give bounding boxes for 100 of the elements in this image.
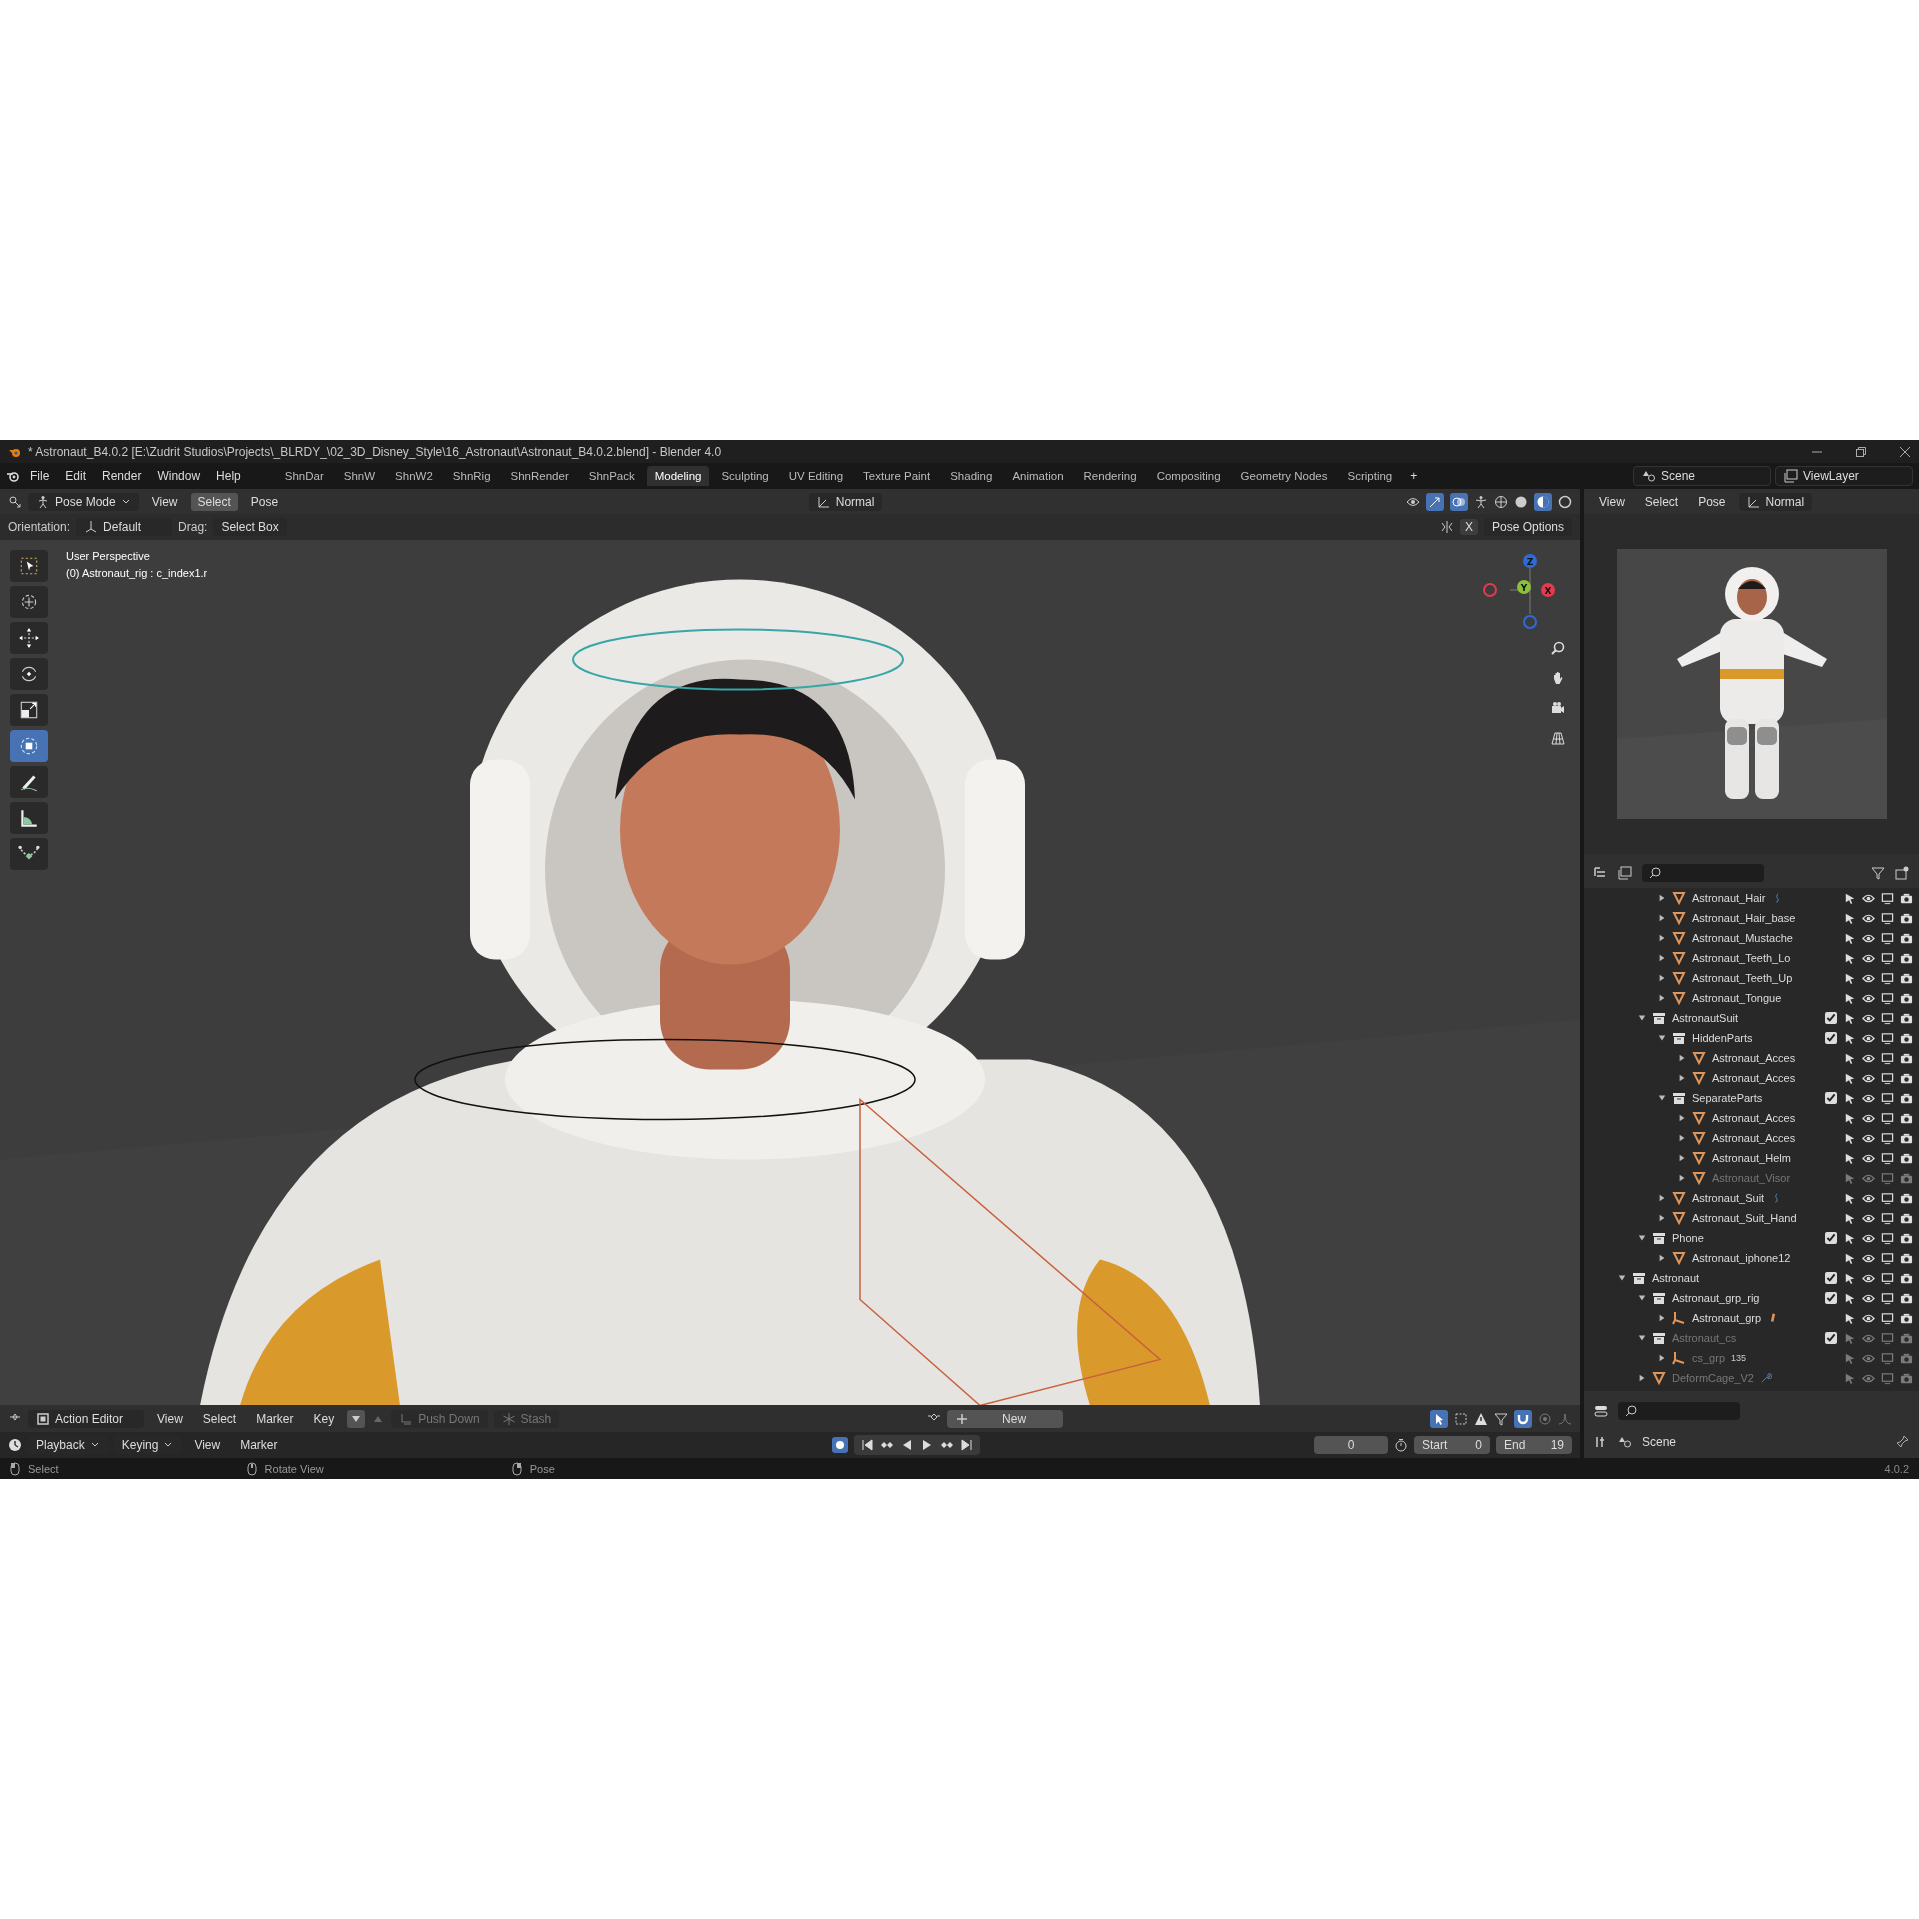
- workspace-tab[interactable]: ShnDar: [276, 466, 332, 486]
- header-menu[interactable]: Pose: [1691, 492, 1733, 511]
- collapse-arrow-icon[interactable]: [1638, 1294, 1646, 1302]
- expand-arrow-icon[interactable]: [1658, 914, 1666, 922]
- app-logo-icon[interactable]: [6, 469, 20, 483]
- workspace-tab[interactable]: ShnW2: [387, 466, 441, 486]
- end-frame-field[interactable]: End 19: [1496, 1436, 1572, 1454]
- stopwatch-icon[interactable]: [1394, 1438, 1408, 1452]
- select-arrow-icon[interactable]: [1843, 1291, 1856, 1305]
- expand-arrow-icon[interactable]: [1678, 1074, 1686, 1082]
- monitor-icon[interactable]: [1881, 991, 1894, 1005]
- select-arrow-icon[interactable]: [1843, 1271, 1856, 1285]
- view-layer-selector[interactable]: ViewLayer: [1775, 466, 1913, 486]
- header-menu[interactable]: Select: [195, 1409, 244, 1428]
- monitor-icon[interactable]: [1881, 1211, 1894, 1225]
- header-menu[interactable]: Pose: [243, 492, 286, 511]
- camera-icon[interactable]: [1900, 891, 1913, 905]
- move-tool[interactable]: [10, 622, 48, 654]
- select-arrow-icon[interactable]: [1843, 1191, 1856, 1205]
- select-arrow-icon[interactable]: [1843, 1231, 1856, 1245]
- menu-item[interactable]: Window: [151, 469, 207, 483]
- camera-icon[interactable]: [1900, 971, 1913, 985]
- filter-icon[interactable]: [1494, 1411, 1508, 1426]
- collapse-arrow-icon[interactable]: [1658, 1094, 1666, 1102]
- workspace-tab[interactable]: ShnRig: [444, 466, 499, 486]
- wireframe-shading-icon[interactable]: [1494, 494, 1508, 509]
- zoom-icon[interactable]: [1550, 640, 1566, 656]
- rotate-tool[interactable]: [10, 658, 48, 690]
- camera-icon[interactable]: [1900, 1071, 1913, 1085]
- camera-icon[interactable]: [1900, 1251, 1913, 1265]
- camera-icon[interactable]: [1900, 911, 1913, 925]
- expand-arrow-icon[interactable]: [1678, 1134, 1686, 1142]
- camera-icon[interactable]: [1900, 1011, 1913, 1025]
- transform-tool[interactable]: [10, 730, 48, 762]
- magnet-icon[interactable]: [1514, 1409, 1532, 1428]
- search-field[interactable]: [1642, 864, 1764, 882]
- monitor-icon[interactable]: [1881, 1111, 1894, 1125]
- expand-arrow-icon[interactable]: [1658, 994, 1666, 1002]
- select-tool[interactable]: [10, 550, 48, 582]
- select-arrow-icon[interactable]: [1843, 1211, 1856, 1225]
- checkbox[interactable]: [1825, 1272, 1837, 1284]
- grid-icon[interactable]: [1550, 730, 1566, 746]
- monitor-icon[interactable]: [1881, 1311, 1894, 1325]
- select-arrow-icon[interactable]: [1843, 1051, 1856, 1065]
- camera-icon[interactable]: [1900, 951, 1913, 965]
- proportional-icon[interactable]: [1538, 1411, 1552, 1426]
- monitor-icon[interactable]: [1881, 1031, 1894, 1045]
- camera-icon[interactable]: [1900, 1091, 1913, 1105]
- image-stack-icon[interactable]: [1618, 866, 1632, 880]
- select-arrow-icon[interactable]: [1843, 931, 1856, 945]
- monitor-icon[interactable]: [1881, 1191, 1894, 1205]
- expand-arrow-icon[interactable]: [1658, 1314, 1666, 1322]
- header-menu[interactable]: Key: [306, 1409, 342, 1428]
- camera-icon[interactable]: [1550, 700, 1566, 716]
- select-arrow-icon[interactable]: [1843, 1031, 1856, 1045]
- search-field[interactable]: [1618, 1401, 1740, 1420]
- outliner-item[interactable]: Astronaut_iphone12: [1692, 1252, 1791, 1264]
- restore-icon[interactable]: [1855, 445, 1867, 458]
- outliner-item[interactable]: Astronaut_Acces: [1712, 1132, 1796, 1144]
- orientation-dropdown[interactable]: Normal: [808, 492, 883, 511]
- editor-type-icon[interactable]: [8, 494, 22, 509]
- workspace-tab[interactable]: ShnRender: [502, 466, 577, 486]
- bone-figure-icon[interactable]: [1474, 494, 1488, 509]
- select-arrow-icon[interactable]: [1843, 1251, 1856, 1265]
- header-menu[interactable]: View: [187, 1436, 228, 1454]
- monitor-icon[interactable]: [1881, 911, 1894, 925]
- monitor-icon[interactable]: [1881, 891, 1894, 905]
- clock-icon[interactable]: [8, 1438, 22, 1452]
- outliner-item[interactable]: SeparateParts: [1692, 1092, 1763, 1104]
- expand-arrow-icon[interactable]: [1658, 1254, 1666, 1262]
- select-arrow-icon[interactable]: [1843, 1131, 1856, 1145]
- camera-icon[interactable]: [1900, 1231, 1913, 1245]
- add-workspace-button[interactable]: +: [1404, 469, 1424, 483]
- expand-arrow-icon[interactable]: [1658, 974, 1666, 982]
- outliner-item[interactable]: Astronaut_grp_rig: [1672, 1292, 1760, 1304]
- header-menu[interactable]: Select: [190, 492, 238, 511]
- camera-icon[interactable]: [1900, 991, 1913, 1005]
- menu-item[interactable]: Render: [96, 469, 148, 483]
- monitor-icon[interactable]: [1881, 1151, 1894, 1165]
- select-arrow-icon[interactable]: [1843, 1311, 1856, 1325]
- checkbox[interactable]: [1825, 1012, 1837, 1024]
- select-arrow-icon[interactable]: [1843, 951, 1856, 965]
- workspace-tab[interactable]: Modeling: [646, 466, 710, 486]
- select-arrow-icon[interactable]: [1843, 911, 1856, 925]
- mirror-x-toggle[interactable]: X: [1459, 519, 1478, 535]
- workspace-tab[interactable]: Animation: [1004, 466, 1072, 486]
- outliner-item[interactable]: Astronaut_Hair_base: [1692, 912, 1796, 924]
- outliner-item[interactable]: Astronaut_Teeth_Up: [1692, 972, 1793, 984]
- select-arrow-icon[interactable]: [1843, 991, 1856, 1005]
- header-menu[interactable]: View: [144, 492, 185, 511]
- camera-icon[interactable]: [1900, 1151, 1913, 1165]
- monitor-icon[interactable]: [1881, 1131, 1894, 1145]
- orientation-default-dropdown[interactable]: Default: [76, 518, 173, 536]
- camera-icon[interactable]: [1900, 1311, 1913, 1325]
- jump-start-icon[interactable]: [860, 1438, 875, 1452]
- monitor-icon[interactable]: [1881, 1071, 1894, 1085]
- monitor-icon[interactable]: [1881, 1011, 1894, 1025]
- box-select-icon[interactable]: [1454, 1411, 1468, 1426]
- select-arrow-icon[interactable]: [1843, 891, 1856, 905]
- select-arrow-icon[interactable]: [1843, 1011, 1856, 1025]
